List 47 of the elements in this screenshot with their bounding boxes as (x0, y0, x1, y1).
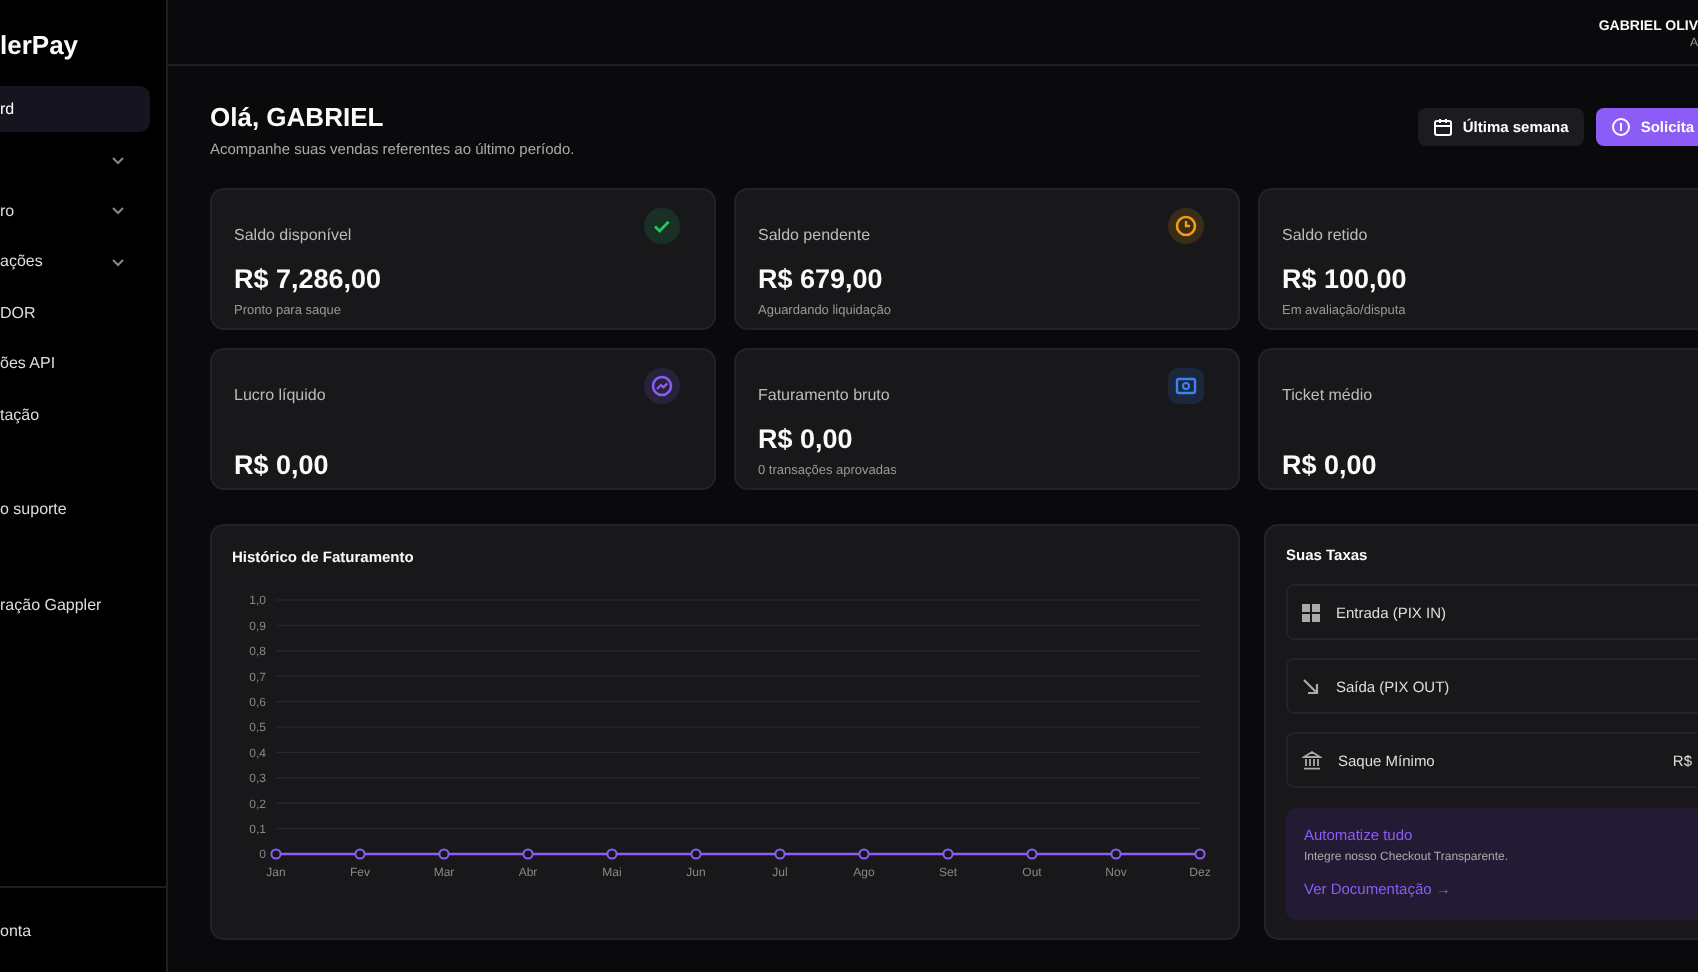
sidebar-item[interactable]: ações (0, 239, 150, 284)
data-point (606, 848, 618, 860)
card-value: R$ 0,00 (758, 424, 855, 454)
data-point (942, 848, 954, 860)
check-icon (644, 208, 680, 244)
card-value: R$ 100,00 (1282, 264, 1409, 294)
sidebar-item[interactable]: onta (0, 921, 32, 939)
card-value: R$ 679,00 (758, 264, 885, 294)
card-value: R$ 7,286,00 (234, 264, 384, 294)
data-point (1026, 848, 1038, 860)
coin-icon (1612, 118, 1631, 136)
chevron-down-icon (110, 151, 126, 168)
bank-icon (1302, 750, 1322, 770)
brand-logo: lerPay (0, 28, 81, 64)
sidebar-item[interactable]: rd (0, 86, 150, 131)
clock-icon (1168, 208, 1204, 244)
trend-icon (644, 368, 680, 404)
data-point (774, 848, 786, 860)
sidebar-item[interactable]: tação (0, 392, 150, 437)
data-point (354, 848, 366, 860)
banknote-icon (1168, 368, 1204, 404)
sidebar-item[interactable]: ro (0, 188, 150, 233)
data-point (1110, 848, 1122, 860)
sidebar-item[interactable]: DOR (0, 290, 150, 335)
card-label: Faturamento bruto (758, 386, 890, 408)
card-label: Lucro líquido (234, 386, 326, 408)
card-value: R$ 0,00 (1282, 450, 1379, 480)
sidebar-item[interactable]: ões API (0, 341, 150, 386)
sidebar-item[interactable]: o suporte (0, 487, 150, 532)
card-label: Saldo pendente (758, 226, 871, 248)
data-point (438, 848, 450, 860)
data-point (1194, 848, 1206, 860)
card-value: R$ 0,00 (234, 450, 331, 480)
chevron-down-icon (110, 202, 126, 219)
arrow-down-right-icon (1302, 677, 1320, 695)
grid-icon (1302, 603, 1320, 621)
data-point (270, 848, 282, 860)
card-label: Ticket médio (1282, 386, 1373, 408)
sidebar-item[interactable]: ração Gappler (0, 582, 150, 627)
data-point (690, 848, 702, 860)
data-point (522, 848, 534, 860)
card-label: Saldo retido (1282, 226, 1368, 248)
calendar-icon (1434, 118, 1453, 136)
card-label: Saldo disponível (234, 226, 352, 248)
data-point (858, 848, 870, 860)
chevron-down-icon (110, 253, 126, 270)
greeting-title: Olá, GABRIEL (210, 102, 386, 132)
